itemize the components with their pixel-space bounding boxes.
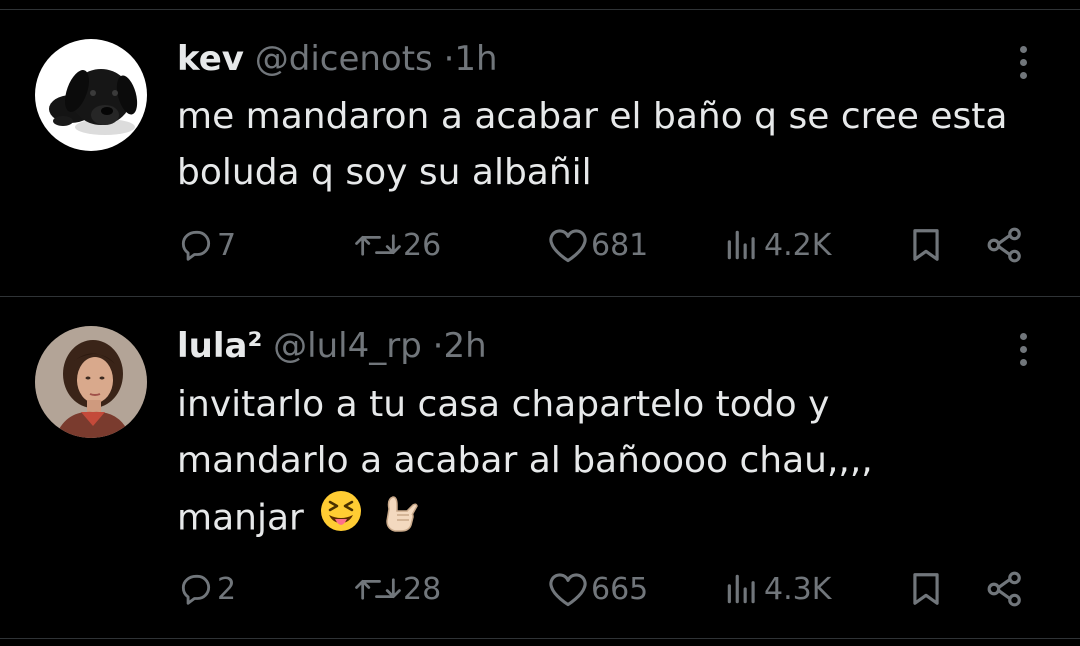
tweet-text: me mandaron a acabar el baño q se cree e… [177, 89, 1057, 201]
user-handle[interactable]: @dicenots [255, 39, 433, 79]
retweet-button[interactable]: 26 [355, 225, 441, 265]
share-button[interactable] [984, 225, 1026, 265]
views-button[interactable]: 4.2K [722, 225, 831, 265]
heart-icon [549, 229, 587, 263]
tweet-actions: 7 26 681 4.2K [0, 225, 1080, 265]
more-icon-dot [1019, 71, 1027, 79]
bookmark-icon [913, 573, 939, 605]
display-name[interactable]: kev [177, 39, 244, 79]
tweet-text-line: invitarlo a tu casa chapartelo todo y [177, 384, 830, 425]
tweet-text-line: me mandaron a acabar el baño q se cree e… [177, 96, 1008, 137]
like-button[interactable]: 665 [547, 569, 648, 609]
like-count: 665 [591, 571, 649, 607]
more-icon-dot [1019, 358, 1027, 366]
tweet-header: lula² @lul4_rp ·2h [177, 326, 487, 366]
tweet-actions: 2 28 665 4.3K [0, 569, 1080, 609]
retweet-icon [355, 578, 401, 600]
retweet-button[interactable]: 28 [355, 569, 441, 609]
more-icon-dot [1019, 345, 1027, 353]
bookmark-button[interactable] [908, 569, 944, 609]
tweet-text: invitarlo a tu casa chapartelo todo y ma… [177, 377, 1057, 550]
more-icon-dot [1019, 332, 1027, 340]
reply-icon [181, 230, 211, 261]
views-count: 4.3K [764, 571, 832, 607]
bookmark-button[interactable] [908, 225, 944, 265]
tweet-text-line: boluda q soy su albañil [177, 152, 592, 193]
heart-icon [549, 573, 587, 607]
like-count: 681 [591, 227, 649, 263]
avatar[interactable] [35, 326, 147, 438]
more-icon-dot [1019, 45, 1027, 53]
reply-button[interactable]: 7 [177, 225, 236, 265]
timestamp[interactable]: 1h [454, 39, 497, 79]
share-button[interactable] [984, 569, 1026, 609]
tweet-text-line: mandarlo a acabar al bañoooo chau,,,, [177, 440, 873, 481]
reply-button[interactable]: 2 [177, 569, 236, 609]
separator-dot: · [443, 39, 455, 79]
reply-count: 2 [217, 571, 237, 607]
display-name[interactable]: lula² [177, 326, 262, 366]
tweet-text-line: manjar [177, 497, 304, 539]
views-button[interactable]: 4.3K [722, 569, 831, 609]
squinting-face-with-tongue-emoji-icon [319, 489, 363, 550]
tweet-text-line-with-emoji: manjar [177, 489, 1057, 550]
like-button[interactable]: 681 [547, 225, 648, 265]
reply-tweet[interactable]: kev @dicenots ·1h me mandaron a acabar e… [0, 0, 1080, 296]
more-options-button[interactable] [1010, 42, 1036, 82]
views-chart-icon [727, 574, 755, 604]
share-icon [987, 571, 1021, 607]
retweet-count: 28 [403, 571, 442, 607]
share-icon [987, 227, 1021, 263]
reply-tweet[interactable]: lula² @lul4_rp ·2h invitarlo a tu casa c… [0, 297, 1080, 637]
retweet-count: 26 [403, 227, 442, 263]
views-count: 4.2K [764, 227, 832, 263]
avatar[interactable] [35, 39, 147, 151]
views-chart-icon [727, 230, 755, 260]
woman-portrait-avatar-icon [35, 326, 147, 438]
call-me-hand-emoji-icon [379, 489, 419, 550]
reply-count: 7 [217, 227, 237, 263]
retweet-icon [355, 234, 401, 256]
tweet-header: kev @dicenots ·1h [177, 39, 498, 79]
more-icon-dot [1019, 58, 1027, 66]
more-options-button[interactable] [1010, 329, 1036, 369]
reply-icon [181, 574, 211, 605]
black-puppy-avatar-icon [35, 39, 147, 151]
separator-dot: · [432, 326, 444, 366]
timestamp[interactable]: 2h [443, 326, 486, 366]
bottom-divider [0, 638, 1080, 639]
user-handle[interactable]: @lul4_rp [273, 326, 422, 366]
bookmark-icon [913, 229, 939, 261]
